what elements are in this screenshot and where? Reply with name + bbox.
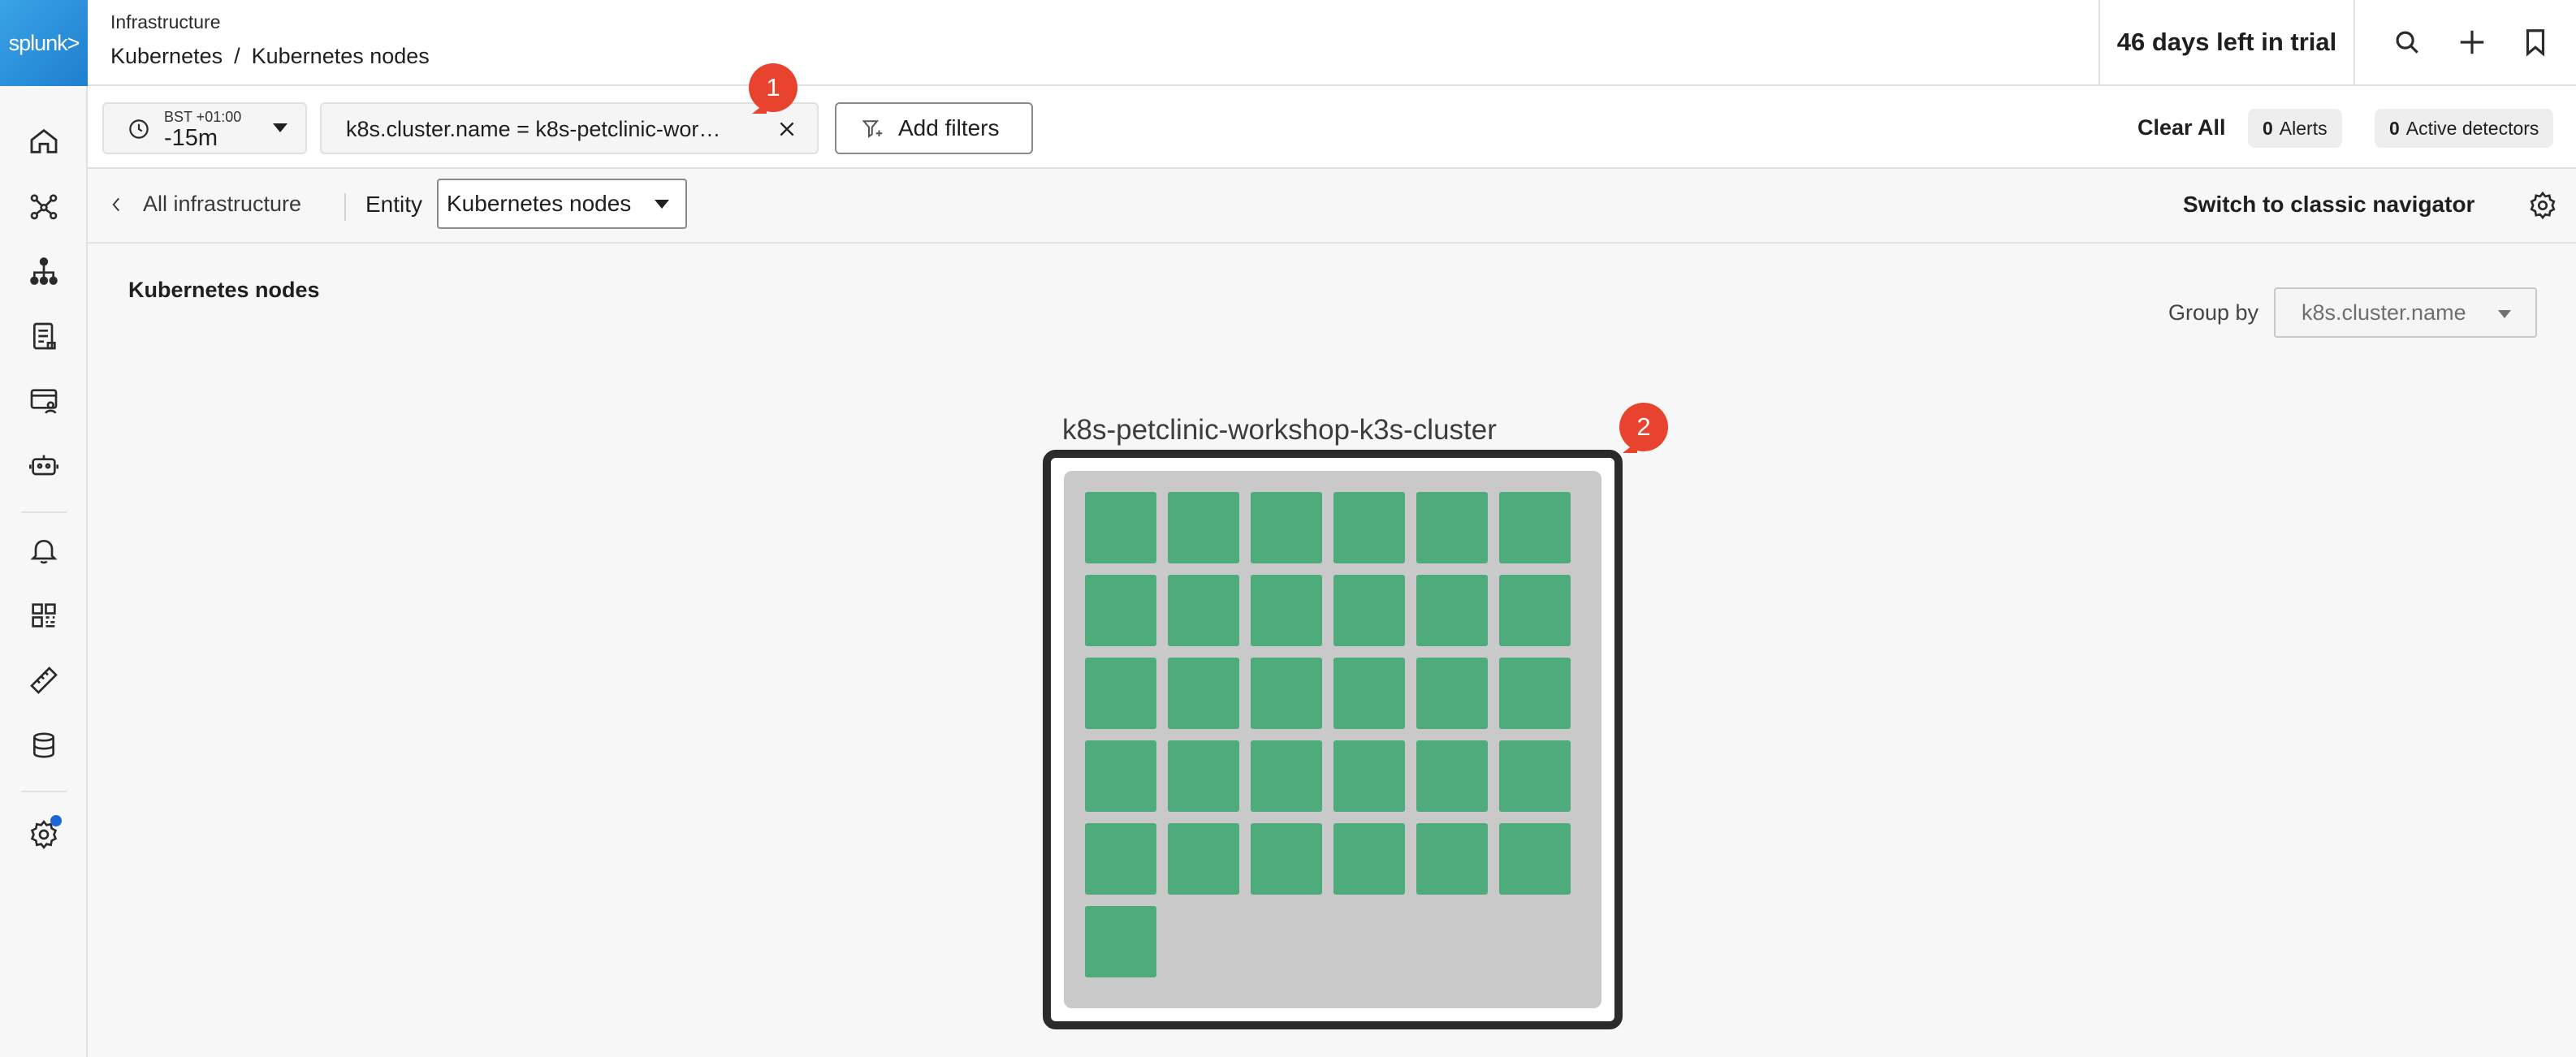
cluster-title[interactable]: k8s-petclinic-workshop-k3s-cluster xyxy=(1062,414,1497,447)
filter-text: k8s.cluster.name = k8s-petclinic-wor… xyxy=(346,117,721,141)
breadcrumb-current: Kubernetes nodes xyxy=(251,44,430,68)
rail-divider xyxy=(21,511,67,513)
node-tile[interactable] xyxy=(1168,740,1239,812)
node-tile[interactable] xyxy=(1085,740,1156,812)
entity-select[interactable]: Kubernetes nodes xyxy=(437,179,687,229)
group-by-select[interactable]: k8s.cluster.name xyxy=(2274,287,2537,338)
clear-all-button[interactable]: Clear All xyxy=(2137,115,2226,140)
node-tile[interactable] xyxy=(1499,740,1571,812)
detectors-label: Active detectors xyxy=(2405,117,2539,139)
add-filters-button[interactable]: Add filters xyxy=(835,102,1033,154)
node-grid xyxy=(1064,471,1601,1008)
settings-gear-icon[interactable] xyxy=(24,815,63,854)
chevron-down-icon xyxy=(2498,310,2511,318)
node-tile[interactable] xyxy=(1416,492,1488,563)
node-tile[interactable] xyxy=(1085,823,1156,895)
active-detectors-pill[interactable]: 0 Active detectors xyxy=(2375,109,2554,148)
node-tile[interactable] xyxy=(1416,740,1488,812)
node-tile[interactable] xyxy=(1333,492,1405,563)
clock-icon xyxy=(129,119,149,139)
infrastructure-icon[interactable] xyxy=(24,252,63,291)
gear-icon[interactable] xyxy=(2524,187,2561,224)
node-tile[interactable] xyxy=(1416,823,1488,895)
top-header: Infrastructure Kubernetes / Kubernetes n… xyxy=(88,0,2576,86)
node-tile[interactable] xyxy=(1251,823,1322,895)
page-title: Kubernetes nodes xyxy=(128,278,320,302)
dashboards-icon[interactable] xyxy=(24,596,63,635)
trial-text: 46 days left in trial xyxy=(2116,28,2337,56)
entity-label: Entity xyxy=(365,192,423,217)
breadcrumb: Kubernetes / Kubernetes nodes xyxy=(110,44,430,69)
chevron-left-icon xyxy=(112,197,119,211)
database-icon[interactable] xyxy=(24,726,63,765)
node-tile[interactable] xyxy=(1168,575,1239,646)
breadcrumb-kubernetes[interactable]: Kubernetes xyxy=(110,44,223,69)
cluster-filter-chip[interactable]: k8s.cluster.name = k8s-petclinic-wor… xyxy=(320,102,819,154)
bookmark-icon[interactable] xyxy=(2514,21,2557,63)
node-tile[interactable] xyxy=(1333,823,1405,895)
node-tile[interactable] xyxy=(1416,575,1488,646)
node-tile[interactable] xyxy=(1168,492,1239,563)
plus-icon[interactable] xyxy=(2451,21,2493,63)
close-icon[interactable] xyxy=(773,115,801,143)
back-to-all-infrastructure[interactable]: All infrastructure xyxy=(107,192,301,217)
node-tile[interactable] xyxy=(1085,492,1156,563)
rum-icon[interactable] xyxy=(24,382,63,421)
home-icon[interactable] xyxy=(24,122,63,161)
notification-dot xyxy=(50,815,62,826)
metric-ruler-icon[interactable] xyxy=(24,661,63,700)
time-zone: BST +01:00 xyxy=(164,109,242,125)
node-tile[interactable] xyxy=(1085,575,1156,646)
node-tile[interactable] xyxy=(1499,575,1571,646)
logo-text: splunk> xyxy=(8,30,80,55)
node-tile[interactable] xyxy=(1499,823,1571,895)
section-title: Infrastructure xyxy=(110,11,221,32)
node-tile[interactable] xyxy=(1085,906,1156,977)
left-nav-rail: splunk> xyxy=(0,0,88,1057)
alerts-bell-icon[interactable] xyxy=(24,531,63,570)
time-range-picker[interactable]: BST +01:00 -15m xyxy=(102,102,307,154)
alerts-label: Alerts xyxy=(2279,117,2327,139)
add-filters-label: Add filters xyxy=(898,115,1000,140)
node-tile[interactable] xyxy=(1333,740,1405,812)
synthetics-robot-icon[interactable] xyxy=(24,447,63,485)
alerts-count: 0 xyxy=(2263,117,2273,139)
annotation-badge-1: 1 xyxy=(749,63,797,114)
logs-icon[interactable] xyxy=(24,317,63,356)
node-tile[interactable] xyxy=(1251,658,1322,729)
divider xyxy=(344,193,346,221)
node-tile[interactable] xyxy=(1251,492,1322,563)
rail-divider xyxy=(21,791,67,792)
chevron-down-icon xyxy=(655,200,669,209)
detectors-count: 0 xyxy=(2389,117,2400,139)
chevron-down-icon xyxy=(273,123,287,132)
node-tile[interactable] xyxy=(1251,575,1322,646)
alerts-pill[interactable]: 0 Alerts xyxy=(2248,109,2342,148)
navigator-bar: All infrastructure Entity Kubernetes nod… xyxy=(88,169,2576,244)
entity-value: Kubernetes nodes xyxy=(447,191,632,216)
node-tile[interactable] xyxy=(1085,658,1156,729)
node-tile[interactable] xyxy=(1416,658,1488,729)
annotation-badge-2: 2 xyxy=(1619,403,1668,453)
node-tile[interactable] xyxy=(1168,823,1239,895)
node-tile[interactable] xyxy=(1251,740,1322,812)
back-label: All infrastructure xyxy=(143,192,302,216)
node-tile[interactable] xyxy=(1499,658,1571,729)
filter-plus-icon xyxy=(862,120,883,138)
node-tile[interactable] xyxy=(1333,658,1405,729)
filter-bar: BST +01:00 -15m k8s.cluster.name = k8s-p… xyxy=(88,86,2576,169)
group-by-label: Group by xyxy=(2168,300,2259,325)
group-by-value: k8s.cluster.name xyxy=(2302,300,2466,325)
time-range-value: -15m xyxy=(164,125,218,151)
node-tile[interactable] xyxy=(1168,658,1239,729)
node-tile[interactable] xyxy=(1499,492,1571,563)
trial-status[interactable]: 46 days left in trial xyxy=(2098,0,2355,84)
splunk-logo[interactable]: splunk> xyxy=(0,0,88,86)
service-map-icon[interactable] xyxy=(24,187,63,226)
search-icon[interactable] xyxy=(2386,21,2428,63)
breadcrumb-separator: / xyxy=(234,44,240,68)
node-tile[interactable] xyxy=(1333,575,1405,646)
switch-classic-navigator-link[interactable]: Switch to classic navigator xyxy=(2183,192,2474,218)
cluster-heatmap[interactable] xyxy=(1043,450,1623,1029)
